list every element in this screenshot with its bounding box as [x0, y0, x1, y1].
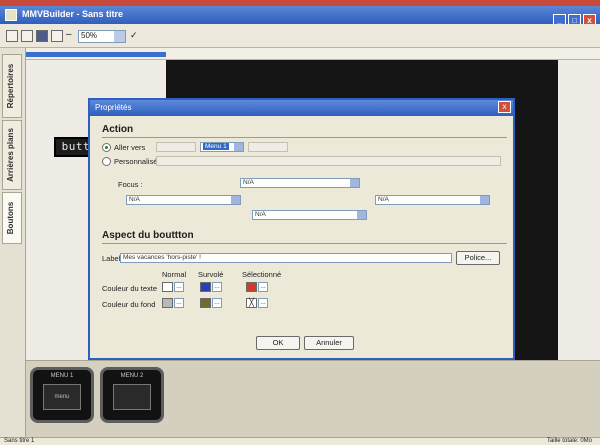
- go-to-label: Aller vers: [114, 143, 146, 152]
- focus-right-value: N/A: [378, 196, 389, 203]
- close-icon[interactable]: x: [498, 101, 511, 113]
- window-titlebar: MMVBuilder - Sans titre _ □ x: [0, 6, 600, 27]
- bg-color-label: Couleur du fond: [102, 300, 156, 309]
- open-folder-icon[interactable]: [21, 30, 33, 42]
- bg-hover-swatch: [200, 298, 211, 308]
- tab-repertoires[interactable]: Répertoires: [2, 54, 22, 118]
- go-to-value: Menu 1: [203, 143, 229, 150]
- go-to-radio[interactable]: [102, 143, 111, 152]
- properties-dialog: Propriétés x Action Aller vers Menu 1 Pe…: [88, 98, 515, 360]
- chevron-down-icon: [480, 196, 489, 204]
- ruler: [26, 48, 600, 60]
- focus-down-select[interactable]: N/A: [252, 210, 367, 220]
- text-selected-picker[interactable]: …: [258, 282, 268, 292]
- custom-radio[interactable]: [102, 157, 111, 166]
- app-icon: [5, 9, 17, 21]
- focus-up-select[interactable]: N/A: [240, 178, 360, 188]
- ok-button[interactable]: OK: [256, 336, 300, 350]
- sub-select[interactable]: [248, 142, 288, 152]
- text-hover-picker[interactable]: …: [212, 282, 222, 292]
- type-select[interactable]: [156, 142, 196, 152]
- window-title: MMVBuilder - Sans titre: [22, 9, 124, 19]
- chevron-down-icon: [114, 31, 125, 42]
- custom-label: Personnalisé: [114, 157, 158, 166]
- zoom-value: 50%: [81, 31, 98, 40]
- toolbar: – 50% ✓: [0, 24, 600, 48]
- thumbnail-caption: MENU 2: [120, 373, 144, 379]
- divider: [102, 243, 507, 244]
- new-file-icon[interactable]: [6, 30, 18, 42]
- chevron-down-icon: [234, 143, 243, 151]
- chevron-down-icon: [350, 179, 359, 187]
- aspect-heading: Aspect du bouttton: [102, 230, 194, 241]
- properties-icon[interactable]: [51, 30, 63, 42]
- bg-hover-picker[interactable]: …: [212, 298, 222, 308]
- save-icon[interactable]: [36, 30, 48, 42]
- hover-col-label: Survolé: [198, 270, 224, 279]
- tab-label: Arrières plans: [6, 128, 15, 182]
- focus-left-select[interactable]: N/A: [126, 195, 241, 205]
- divider: [102, 137, 507, 138]
- tab-label: Répertoires: [6, 63, 15, 109]
- status-right: Taille totale: 0Mo: [546, 438, 592, 444]
- check-icon[interactable]: ✓: [130, 30, 139, 42]
- focus-label: Focus :: [118, 180, 143, 189]
- dialog-title: Propriétés: [95, 103, 132, 112]
- tab-label: Boutons: [6, 201, 15, 235]
- text-color-label: Couleur du texte: [102, 284, 158, 293]
- selected-col-label: Sélectionné: [242, 270, 282, 279]
- custom-command-input[interactable]: [156, 156, 501, 166]
- focus-up-value: N/A: [243, 179, 254, 186]
- thumbnail-caption: MENU 1: [50, 373, 74, 379]
- label-input[interactable]: Mes vacances 'hors-piste' !: [120, 253, 452, 263]
- side-tab-bar: Répertoires Arrières plans Boutons: [0, 48, 26, 438]
- focus-right-select[interactable]: N/A: [375, 195, 490, 205]
- cancel-button[interactable]: Annuler: [304, 336, 354, 350]
- menu-thumbnail[interactable]: MENU 1 menu: [30, 367, 94, 423]
- font-button[interactable]: Police...: [456, 251, 500, 265]
- text-hover-swatch: [200, 282, 211, 292]
- text-normal-picker[interactable]: …: [174, 282, 184, 292]
- thumbnail-preview: menu: [43, 384, 81, 410]
- bg-transparent-swatch: ╳: [246, 298, 257, 308]
- menu-thumbnail[interactable]: MENU 2: [100, 367, 164, 423]
- dialog-titlebar: Propriétés x: [90, 100, 513, 116]
- bg-normal-swatch: [162, 298, 173, 308]
- status-left: Sans titre 1: [4, 438, 35, 444]
- tab-boutons[interactable]: Boutons: [2, 192, 22, 244]
- focus-left-value: N/A: [129, 196, 140, 203]
- go-to-select[interactable]: Menu 1: [200, 142, 244, 152]
- text-selected-swatch: [246, 282, 257, 292]
- ruler-selection: [26, 52, 166, 57]
- zoom-select[interactable]: 50%: [78, 30, 126, 43]
- tab-arrieres-plans[interactable]: Arrières plans: [2, 120, 22, 190]
- normal-col-label: Normal: [162, 270, 187, 279]
- menu-thumbnail-strip: MENU 1 menu MENU 2: [26, 360, 600, 438]
- chevron-down-icon: [231, 196, 240, 204]
- action-heading: Action: [102, 124, 134, 135]
- chevron-down-icon: [357, 211, 366, 219]
- zoom-out-icon[interactable]: –: [66, 30, 75, 42]
- status-bar: Sans titre 1 Taille totale: 0Mo: [0, 437, 600, 445]
- text-normal-swatch: [162, 282, 173, 292]
- thumbnail-preview: [113, 384, 151, 410]
- bg-selected-picker[interactable]: …: [258, 298, 268, 308]
- focus-down-value: N/A: [255, 211, 266, 218]
- bg-normal-picker[interactable]: …: [174, 298, 184, 308]
